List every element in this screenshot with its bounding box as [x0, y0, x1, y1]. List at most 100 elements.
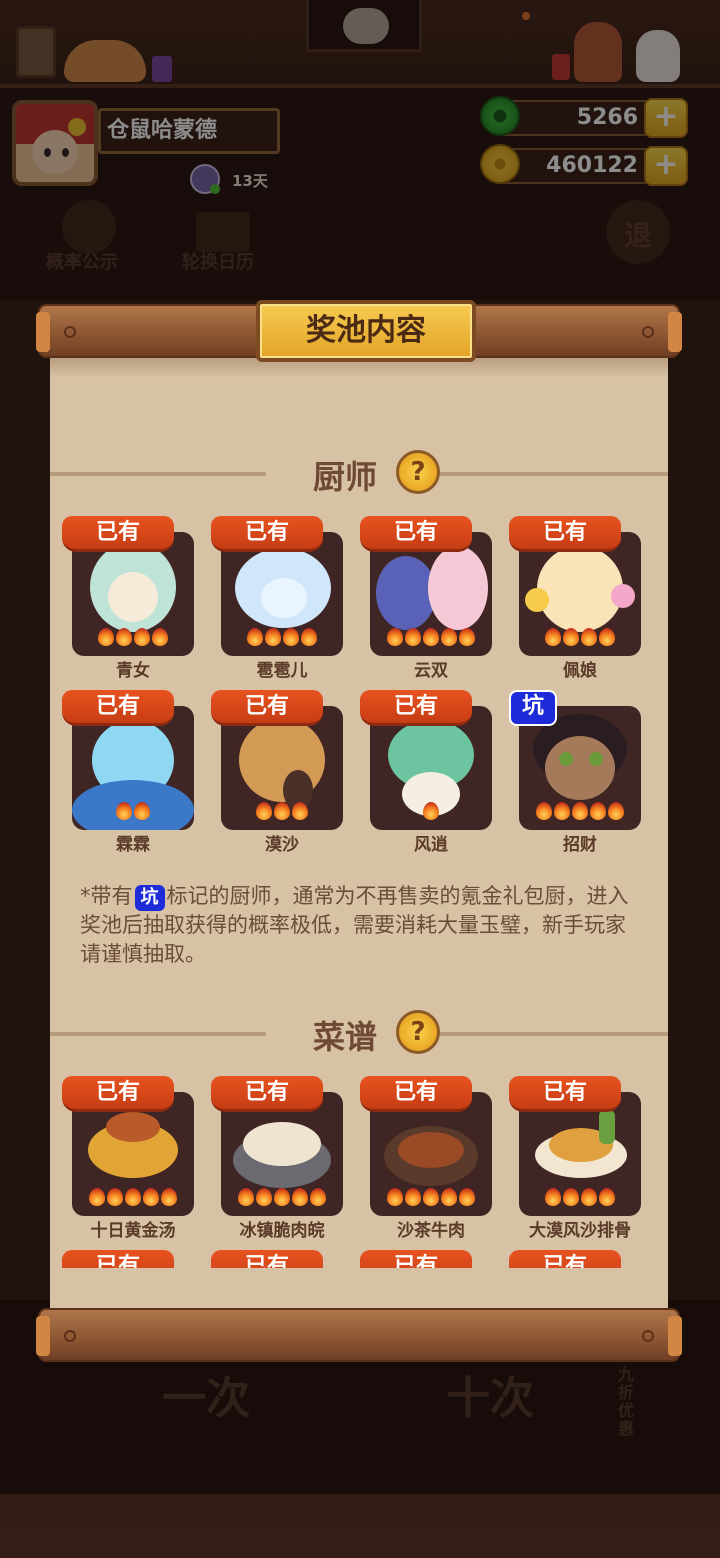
- recipe-card[interactable]: 已有 十日黄金汤: [62, 1076, 194, 1244]
- flame-icon: [387, 1188, 403, 1206]
- rarity-flames: [72, 802, 194, 820]
- chef-name: 招财: [563, 835, 597, 855]
- flame-icon: [572, 802, 588, 820]
- recipes-help-icon[interactable]: ?: [396, 1010, 440, 1054]
- flame-icon: [143, 1188, 159, 1206]
- flame-icon: [274, 1188, 290, 1206]
- owned-badge: 已有: [62, 1076, 174, 1112]
- pit-tag-inline: 坑: [134, 885, 165, 911]
- owned-badge: 已有: [211, 1076, 323, 1112]
- flame-icon: [581, 1188, 597, 1206]
- rarity-flames: [519, 1188, 641, 1206]
- flame-icon: [265, 628, 281, 646]
- flame-icon: [116, 802, 132, 820]
- pit-badge: 坑: [509, 690, 557, 726]
- flame-icon: [256, 1188, 272, 1206]
- recipe-card[interactable]: 已有 冰镇脆肉皖: [211, 1076, 343, 1244]
- chef-card[interactable]: 已有 云双: [360, 516, 492, 684]
- flame-icon: [563, 628, 579, 646]
- flame-icon: [256, 802, 272, 820]
- flame-icon: [423, 1188, 439, 1206]
- pit-explanation-note: *带有坑标记的厨师，通常为不再售卖的氪金礼包厨，进入奖池后抽取获得的概率极低，需…: [80, 884, 629, 966]
- owned-badge: 已有: [509, 1076, 621, 1112]
- flame-icon: [152, 628, 168, 646]
- chef-card[interactable]: 已有 青女: [62, 516, 194, 684]
- flame-icon: [590, 802, 606, 820]
- flame-icon: [310, 1188, 326, 1206]
- modal-title: 奖池内容: [256, 300, 476, 362]
- flame-icon: [459, 628, 475, 646]
- flame-icon: [116, 628, 132, 646]
- chef-card[interactable]: 已有 霖霖: [62, 690, 194, 858]
- scroll-rod-bottom: [36, 1308, 682, 1362]
- flame-icon: [599, 1188, 615, 1206]
- owned-badge: 已有: [211, 516, 323, 552]
- flame-icon: [423, 628, 439, 646]
- flame-icon: [536, 802, 552, 820]
- chef-card[interactable]: 已有 佩娘: [509, 516, 641, 684]
- flame-icon: [107, 1188, 123, 1206]
- recipes-section-header: 菜谱 ?: [50, 1008, 668, 1058]
- rarity-flames: [221, 802, 343, 820]
- flame-icon: [459, 1188, 475, 1206]
- flame-icon: [554, 802, 570, 820]
- flame-icon: [441, 628, 457, 646]
- flame-icon: [292, 802, 308, 820]
- flame-icon: [238, 1188, 254, 1206]
- rarity-flames: [370, 1188, 492, 1206]
- owned-badge: 已有: [360, 1076, 472, 1112]
- flame-icon: [423, 802, 439, 820]
- flame-icon: [125, 1188, 141, 1206]
- flame-icon: [247, 628, 263, 646]
- rarity-flames: [72, 1188, 194, 1206]
- chefs-help-icon[interactable]: ?: [396, 450, 440, 494]
- owned-badge: 已有: [62, 516, 174, 552]
- owned-badge: 已有: [360, 516, 472, 552]
- chef-name: 雹雹儿: [256, 661, 308, 681]
- owned-badge: 已有: [509, 516, 621, 552]
- recipe-name: 十日黄金汤: [90, 1221, 176, 1241]
- rarity-flames: [519, 628, 641, 646]
- chef-name: 佩娘: [563, 661, 597, 681]
- rarity-flames: [221, 628, 343, 646]
- flame-icon: [441, 1188, 457, 1206]
- chefs-section-header: 厨师 ?: [50, 448, 668, 498]
- chefs-section-title: 厨师: [312, 458, 377, 496]
- chef-card[interactable]: 坑 招财: [509, 690, 641, 858]
- flame-icon: [283, 628, 299, 646]
- owned-badge: 已有: [360, 690, 472, 726]
- flame-icon: [98, 628, 114, 646]
- chef-card[interactable]: 已有 雹雹儿: [211, 516, 343, 684]
- recipe-card[interactable]: 已有 沙茶牛肉: [360, 1076, 492, 1244]
- flame-icon: [599, 628, 615, 646]
- flame-icon: [274, 802, 290, 820]
- chef-name: 霖霖: [116, 835, 150, 855]
- chef-card[interactable]: 已有 风逍: [360, 690, 492, 858]
- chef-name: 云双: [414, 661, 448, 681]
- flame-icon: [545, 1188, 561, 1206]
- flame-icon: [608, 802, 624, 820]
- owned-badge: 已有: [211, 690, 323, 726]
- flame-icon: [405, 628, 421, 646]
- flame-icon: [387, 628, 403, 646]
- flame-icon: [545, 628, 561, 646]
- owned-badge: 已有: [62, 690, 174, 726]
- chef-card[interactable]: 已有 漠沙: [211, 690, 343, 858]
- rarity-flames: [72, 628, 194, 646]
- flame-icon: [134, 802, 150, 820]
- flame-icon: [134, 628, 150, 646]
- recipe-card[interactable]: 已有 大漠风沙排骨: [509, 1076, 641, 1244]
- flame-icon: [581, 628, 597, 646]
- rarity-flames: [370, 628, 492, 646]
- flame-icon: [301, 628, 317, 646]
- chef-name: 青女: [116, 661, 150, 681]
- flame-icon: [563, 1188, 579, 1206]
- rarity-flames: [221, 1188, 343, 1206]
- flame-icon: [89, 1188, 105, 1206]
- recipes-section-title: 菜谱: [312, 1018, 377, 1056]
- flame-icon: [161, 1188, 177, 1206]
- flame-icon: [405, 1188, 421, 1206]
- flame-icon: [292, 1188, 308, 1206]
- recipe-name: 大漠风沙排骨: [529, 1221, 631, 1241]
- prize-pool-panel: 厨师 ? 已有 青女 已有 雹雹儿 已有 云双 已有 佩娘 已有 霖霖 已有 漠…: [50, 356, 668, 1310]
